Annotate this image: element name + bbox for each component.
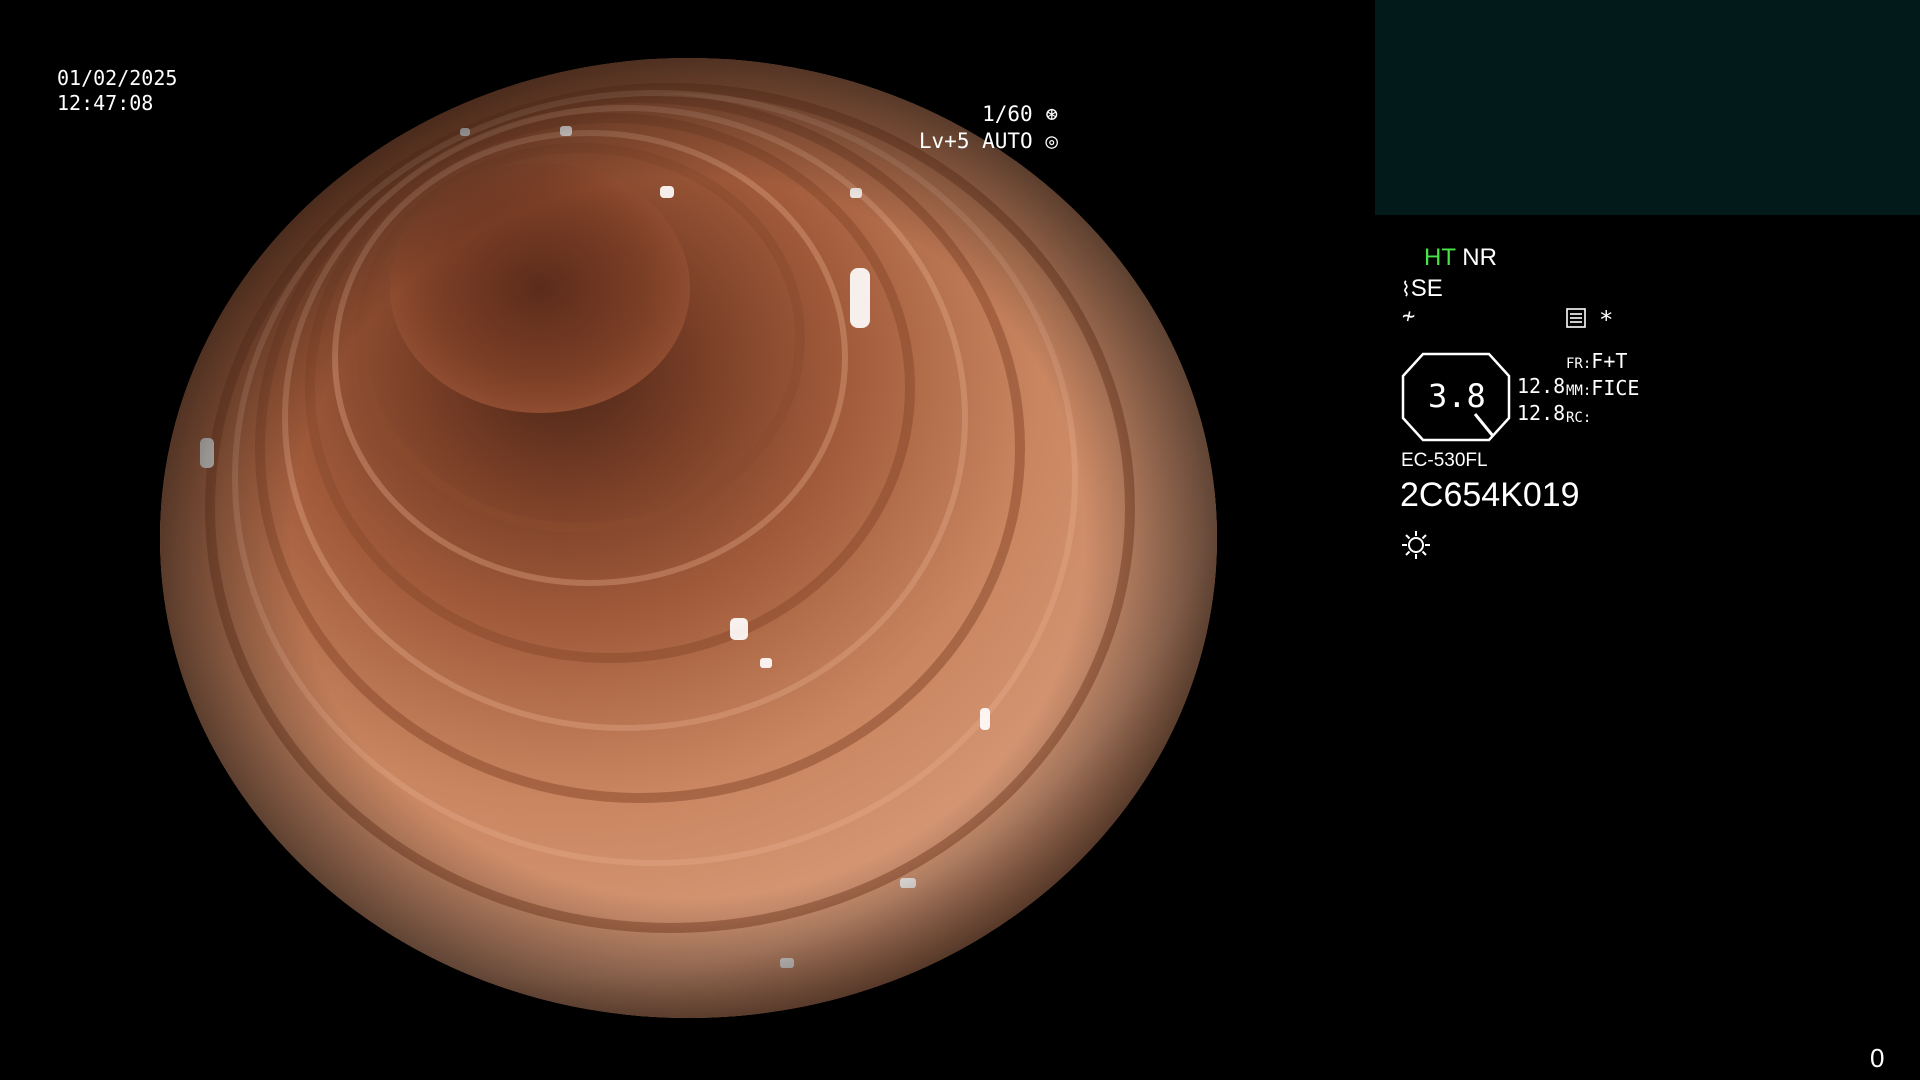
light-icon <box>1401 530 1431 560</box>
endoscope-image <box>160 58 1217 1018</box>
value-1: 12.8 <box>1517 374 1566 398</box>
exposure-overlay: 1/60 ⊛ Lv+5 AUTO ◎ <box>919 101 1058 155</box>
mode-column: FR:F+T MM:FICE RC: <box>1566 349 1639 430</box>
level-auto-text: Lv+5 AUTO <box>918 129 1033 153</box>
se-row: ⌇SE <box>1401 277 1443 301</box>
menu-icon <box>1566 308 1586 328</box>
fr-value: F+T <box>1591 349 1628 373</box>
frame-counter: 0 <box>1870 1043 1885 1073</box>
date-text: 01/02/2025 <box>57 66 178 90</box>
rc-row: RC: <box>1566 403 1639 430</box>
auto-icon: ◎ <box>1045 129 1058 153</box>
mm-row: MM:FICE <box>1566 376 1639 403</box>
scope-model: EC-530FL <box>1401 450 1488 471</box>
ht-nr-row: HT NR <box>1424 246 1497 270</box>
shutter-text: 1/60 <box>982 102 1033 126</box>
time-text: 12:47:08 <box>57 91 154 115</box>
fr-row: FR:F+T <box>1566 349 1639 376</box>
scope-serial: 2C654K019 <box>1400 476 1580 514</box>
ht-label: HT <box>1424 244 1456 271</box>
date-time-overlay: 01/02/2025 12:47:08 <box>57 66 177 116</box>
value-column: 12.8 12.8 <box>1517 373 1565 427</box>
thumbnail-panel <box>1375 0 1920 215</box>
rc-label: RC: <box>1566 410 1592 426</box>
fr-label: FR: <box>1566 356 1592 372</box>
shutter-icon: ⊛ <box>1045 102 1058 126</box>
enhance-icon: ≁ <box>1402 304 1416 329</box>
mm-value: FICE <box>1591 376 1640 400</box>
mucosa-view <box>160 58 1217 1018</box>
iris-value: 3.8 <box>1428 377 1486 415</box>
auto-row: Lv+5 AUTO ◎ <box>919 128 1058 155</box>
shutter-row: 1/60 ⊛ <box>919 101 1058 128</box>
mm-label: MM: <box>1566 383 1592 399</box>
scope-icon: ⌇ <box>1401 279 1411 301</box>
nr-label: NR <box>1462 244 1497 271</box>
star-label: * <box>1599 306 1614 334</box>
se-label: SE <box>1410 275 1443 302</box>
value-2: 12.8 <box>1517 401 1566 425</box>
